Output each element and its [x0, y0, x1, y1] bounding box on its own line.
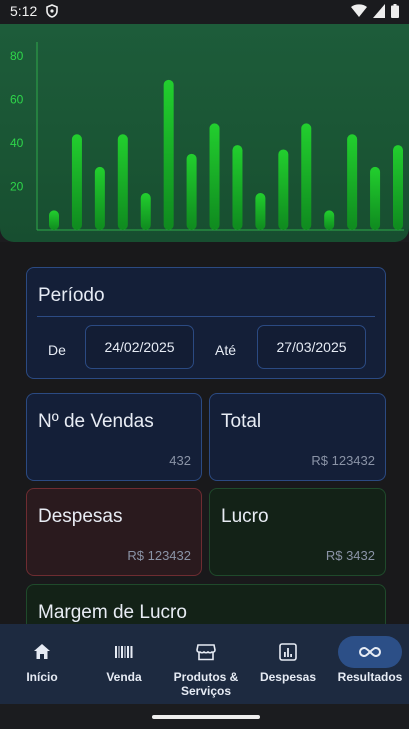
- chart-bar: [232, 145, 243, 230]
- period-title: Período: [38, 285, 105, 306]
- report-chart-icon: [279, 643, 297, 661]
- nav-label-produtos: Produtos & Serviços: [173, 670, 239, 698]
- nav-label-inicio: Início: [26, 670, 58, 684]
- home-gesture-handle[interactable]: [152, 715, 260, 719]
- total-card: Total R$ 123432: [209, 393, 386, 481]
- nav-item-inicio[interactable]: Início: [12, 624, 72, 704]
- period-divider: [37, 316, 375, 317]
- sales-chart: 20 40 60 80: [0, 24, 409, 242]
- sales-count-card: Nº de Vendas 432: [26, 393, 202, 481]
- wifi-icon: [351, 4, 367, 17]
- results-panel: Período De 24/02/2025 Até 27/03/2025 Nº …: [0, 242, 409, 624]
- y-tick-label: 20: [10, 179, 24, 193]
- nav-item-resultados[interactable]: Resultados: [334, 624, 406, 704]
- profit-title: Lucro: [221, 506, 269, 527]
- chart-bar: [71, 134, 82, 230]
- shield-icon: [46, 4, 58, 18]
- to-label: Até: [215, 342, 237, 358]
- profit-margin-title: Margem de Lucro: [38, 602, 187, 623]
- sales-count-value: 432: [169, 453, 191, 468]
- nav-label-resultados: Resultados: [337, 670, 403, 684]
- nav-item-despesas[interactable]: Despesas: [256, 624, 320, 704]
- barcode-icon: [115, 646, 133, 658]
- period-card: Período De 24/02/2025 Até 27/03/2025: [26, 267, 386, 379]
- profit-value: R$ 3432: [325, 548, 375, 563]
- y-tick-label: 80: [10, 49, 24, 63]
- signal-icon: [373, 4, 385, 18]
- chart-bar: [301, 123, 312, 230]
- chart-bar: [324, 210, 335, 230]
- nav-item-produtos[interactable]: Produtos & Serviços: [166, 624, 246, 704]
- profit-card: Lucro R$ 3432: [209, 488, 386, 576]
- chart-bar: [117, 134, 128, 230]
- total-title: Total: [221, 411, 262, 432]
- nav-item-venda[interactable]: Venda: [94, 624, 154, 704]
- expenses-value: R$ 123432: [127, 548, 191, 563]
- bottom-navigation: Início Venda Produtos & Serviços Despesa…: [0, 624, 409, 704]
- chart-bar: [140, 193, 151, 230]
- nav-label-venda: Venda: [106, 670, 142, 684]
- chart-bar: [94, 166, 105, 230]
- chart-bar: [186, 153, 197, 230]
- to-date-field[interactable]: 27/03/2025: [257, 325, 366, 369]
- expenses-title: Despesas: [38, 506, 123, 527]
- infinity-icon: [358, 646, 382, 658]
- profit-margin-card: Margem de Lucro: [26, 584, 386, 624]
- chart-bar: [370, 166, 381, 230]
- chart-bar: [163, 79, 174, 230]
- chart-bar: [49, 210, 59, 230]
- sales-count-title: Nº de Vendas: [38, 411, 154, 432]
- status-icons: [351, 4, 399, 18]
- store-icon: [196, 644, 216, 661]
- home-icon: [34, 644, 50, 659]
- chart-bar: [393, 145, 403, 230]
- bar-chart: 20 40 60 80: [10, 42, 404, 231]
- chart-bar: [209, 123, 220, 230]
- chart-bar: [255, 193, 266, 230]
- chart-bar: [278, 149, 289, 230]
- status-bar: 5:12: [0, 0, 409, 24]
- battery-icon: [391, 4, 399, 18]
- expenses-card: Despesas R$ 123432: [26, 488, 202, 576]
- from-date-field[interactable]: 24/02/2025: [85, 325, 194, 369]
- y-tick-label: 40: [10, 136, 24, 150]
- nav-label-despesas: Despesas: [259, 670, 317, 684]
- status-time: 5:12: [10, 3, 38, 19]
- total-value: R$ 123432: [311, 453, 375, 468]
- from-label: De: [48, 342, 66, 358]
- chart-bar: [347, 134, 358, 230]
- y-tick-label: 60: [10, 92, 24, 106]
- gesture-bar: [0, 704, 409, 729]
